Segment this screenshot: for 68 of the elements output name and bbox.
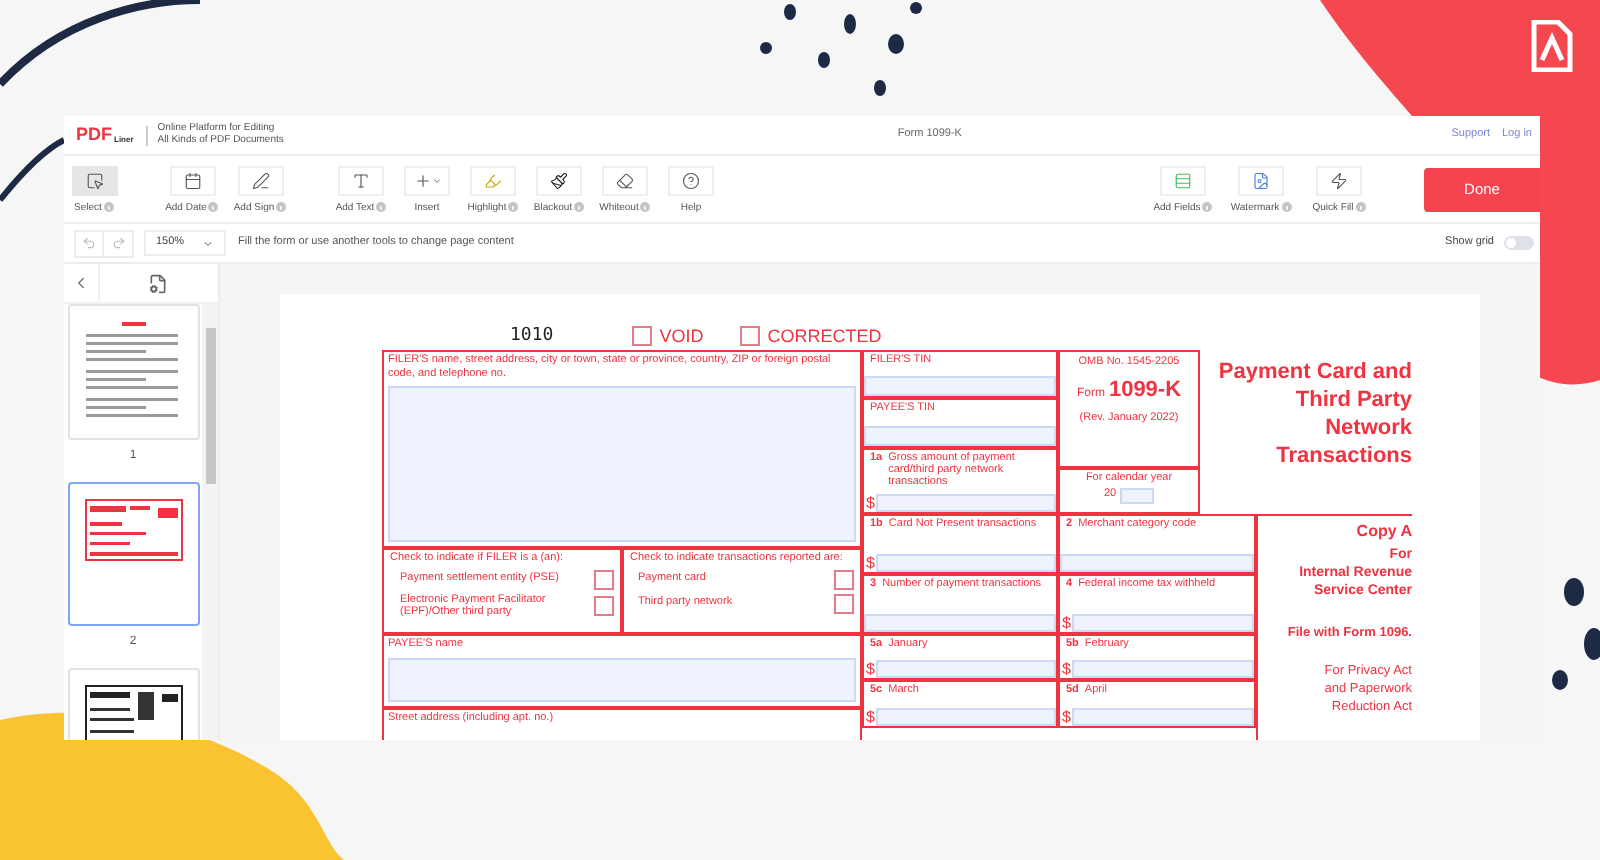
input-field[interactable] xyxy=(1072,614,1254,632)
eraser-icon xyxy=(616,171,634,189)
copy-label: Copy A xyxy=(1356,522,1412,540)
input-field[interactable] xyxy=(864,614,1056,632)
info-icon[interactable] xyxy=(103,202,114,212)
redo-icon xyxy=(111,236,125,250)
grid-toggle[interactable] xyxy=(1504,236,1534,250)
input-field[interactable] xyxy=(1060,554,1254,572)
mark-label: VOID xyxy=(659,326,704,346)
input-field[interactable] xyxy=(864,426,1056,446)
info-icon[interactable] xyxy=(574,202,585,212)
form-code: 1010 xyxy=(510,326,554,346)
info-icon[interactable] xyxy=(508,202,519,212)
calendar-icon xyxy=(183,171,201,189)
dots-drawing xyxy=(1552,578,1600,690)
page-thumbnail[interactable] xyxy=(67,482,199,626)
info-icon[interactable] xyxy=(208,202,219,212)
input-field[interactable] xyxy=(864,376,1056,396)
info-icon[interactable] xyxy=(376,202,387,212)
input-field[interactable] xyxy=(876,660,1056,678)
checkbox[interactable] xyxy=(739,326,760,346)
undo-icon xyxy=(82,236,96,250)
form-number: 1099-K xyxy=(1108,377,1182,401)
info-icon[interactable] xyxy=(1281,202,1292,212)
currency-sign: $ xyxy=(864,660,877,678)
highlighter-icon xyxy=(484,171,502,189)
curve-shape xyxy=(0,137,66,202)
form-title: Payment Card and Third Party Network Transactions xyxy=(1218,358,1412,472)
info-icon[interactable] xyxy=(276,202,287,212)
input-field[interactable] xyxy=(1072,708,1254,726)
rows-icon xyxy=(1174,171,1192,189)
input-field[interactable] xyxy=(876,554,1056,572)
select-icon xyxy=(85,171,103,189)
checkbox[interactable] xyxy=(594,596,614,616)
currency-sign: $ xyxy=(1060,660,1073,678)
logo-text: PDF xyxy=(76,126,112,144)
brush-icon xyxy=(550,171,568,189)
currency-sign: $ xyxy=(864,554,877,572)
input-field[interactable] xyxy=(876,494,1056,512)
info-icon[interactable] xyxy=(640,202,651,212)
info-icon[interactable] xyxy=(1202,202,1213,212)
currency-sign: $ xyxy=(1060,614,1073,632)
input-field[interactable] xyxy=(876,708,1056,726)
pen-icon xyxy=(251,171,269,189)
input-field[interactable] xyxy=(388,386,856,542)
info-icon[interactable] xyxy=(1355,202,1366,212)
plus-icon xyxy=(413,171,431,189)
currency-sign: $ xyxy=(864,708,877,726)
currency-sign: $ xyxy=(864,494,877,512)
input-field[interactable] xyxy=(388,657,856,702)
lightning-icon xyxy=(1330,171,1348,189)
checkbox[interactable] xyxy=(594,569,614,589)
checkbox[interactable] xyxy=(631,326,652,346)
currency-sign: $ xyxy=(1060,708,1073,726)
checkbox[interactable] xyxy=(834,593,854,613)
checkbox[interactable] xyxy=(834,569,854,589)
caret-icon xyxy=(202,237,214,249)
input-field[interactable] xyxy=(1120,487,1155,503)
document-settings-icon[interactable] xyxy=(148,273,168,293)
caret-icon xyxy=(431,175,441,185)
input-field[interactable] xyxy=(1072,660,1254,678)
scrollbar[interactable] xyxy=(202,304,218,740)
mark-label: CORRECTED xyxy=(767,326,882,346)
document-logo-icon xyxy=(1530,20,1574,72)
text-icon xyxy=(352,171,370,189)
help-icon xyxy=(682,171,700,189)
image-file-icon xyxy=(1252,171,1270,189)
chevron-left-icon xyxy=(72,274,90,292)
